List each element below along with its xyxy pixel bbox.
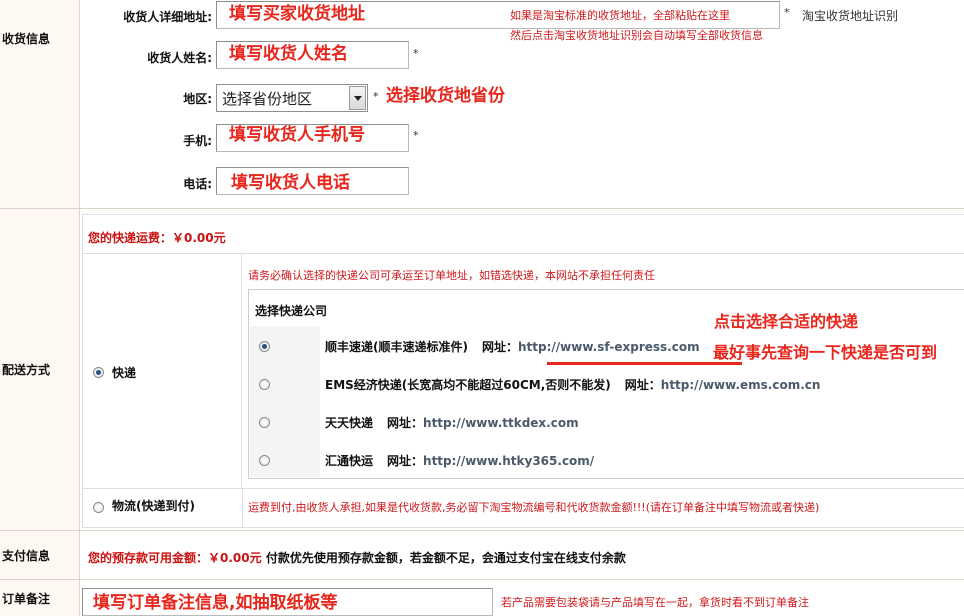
courier-name: EMS经济快递(长宽高均不能超过60CM,否则不能发) bbox=[325, 378, 611, 392]
courier-radio[interactable] bbox=[259, 417, 270, 428]
express-option-label: 快递 bbox=[112, 366, 137, 380]
courier-url-label: 网址： bbox=[387, 416, 424, 430]
payment-balance-note: 付款优先使用预存款金额，若金额不足，会通过支付宝在线支付余款 bbox=[265, 551, 626, 565]
taobao-paste-note-line2: 然后点击淘宝收货地址识别会自动填写全部收货信息 bbox=[510, 29, 763, 42]
divider-after-payment bbox=[0, 579, 964, 580]
recipient-name-annotation: 填写收货人姓名 bbox=[229, 44, 348, 64]
courier-option[interactable]: 汇通快运 网址：http://www.htky365.com/ bbox=[325, 452, 594, 469]
address-detail-annotation: 填写买家收货地址 bbox=[229, 4, 365, 24]
mobile-required-mark: * bbox=[413, 129, 419, 142]
order-note-annotation: 填写订单备注信息,如抽取纸板等 bbox=[93, 593, 338, 613]
courier-annotation-line1: 点击选择合适的快递 bbox=[714, 312, 859, 331]
courier-name: 汇通快运 bbox=[325, 454, 374, 468]
courier-table-title: 选择快递公司 bbox=[255, 304, 328, 318]
divider-after-delivery bbox=[0, 530, 964, 531]
courier-option[interactable]: 顺丰速递(顺丰速递标准件) 网址：http://www.sf-express.co… bbox=[325, 338, 700, 355]
section-delivery-text: 配送方式 bbox=[2, 363, 51, 377]
recipient-name-label: 收货人姓名: bbox=[147, 51, 212, 65]
delivery-fee-value: ￥0.00元 bbox=[172, 231, 226, 245]
logistics-option-label: 物流(快递到付) bbox=[112, 499, 195, 513]
logistics-radio[interactable] bbox=[93, 502, 104, 513]
divider-after-shipping bbox=[0, 208, 964, 209]
courier-url-link[interactable]: http://www.htky365.com/ bbox=[423, 454, 594, 468]
payment-balance-label: 您的预存款可用金额： bbox=[88, 551, 209, 565]
section-payment-text: 支付信息 bbox=[2, 548, 51, 563]
courier-confirm-note: 请务必确认选择的快递公司可承运至订单地址，如错选快递，本网站不承担任何责任 bbox=[248, 269, 655, 282]
section-order-note-text: 订单备注 bbox=[2, 591, 51, 606]
courier-url-link[interactable]: http://www.sf-express.com bbox=[518, 340, 700, 354]
taobao-recognize-link[interactable]: 淘宝收货地址识别 bbox=[802, 7, 898, 24]
region-required-mark: * bbox=[373, 90, 379, 103]
region-select-value: 选择省份地区 bbox=[222, 89, 313, 108]
courier-name: 天天快递 bbox=[325, 416, 374, 430]
delivery-fee-label: 您的快递运费： bbox=[88, 231, 173, 245]
section-label-shipping-info: 收货信息 bbox=[0, 0, 80, 76]
mobile-annotation: 填写收货人手机号 bbox=[229, 125, 365, 145]
order-note-side-note: 若产品需要包装袋请与产品填写在一起，拿货时看不到订单备注 bbox=[501, 596, 809, 609]
courier-annotation-line2: 最好事先查询一下快递是否可到 bbox=[713, 343, 938, 362]
section-label-order-note: 订单备注 bbox=[0, 580, 80, 616]
delivery-fee-text: 您的快递运费：￥0.00元 bbox=[88, 229, 226, 246]
section-shipping-info-text: 收货信息 bbox=[2, 31, 51, 46]
recipient-name-required-mark: * bbox=[413, 47, 419, 60]
courier-option[interactable]: EMS经济快递(长宽高均不能超过60CM,否则不能发) 网址：http://www… bbox=[325, 376, 820, 393]
region-select[interactable]: 选择省份地区 bbox=[216, 84, 368, 112]
address-detail-label: 收货人详细地址: bbox=[123, 10, 212, 24]
courier-url-label: 网址： bbox=[624, 378, 661, 392]
courier-radio[interactable] bbox=[259, 341, 270, 352]
section-label-payment: 支付信息 bbox=[0, 531, 80, 579]
sf-express-underline bbox=[547, 362, 742, 365]
courier-url-link[interactable]: http://www.ems.com.cn bbox=[661, 378, 821, 392]
logistics-option-divider bbox=[242, 488, 243, 528]
phone-label: 电话: bbox=[183, 177, 212, 191]
section-label-delivery: 配送方式 bbox=[0, 209, 80, 530]
chevron-down-icon[interactable] bbox=[349, 86, 366, 110]
courier-option[interactable]: 天天快递 网址：http://www.ttkdex.com bbox=[325, 414, 579, 431]
phone-annotation: 填写收货人电话 bbox=[231, 173, 350, 193]
payment-balance-text: 您的预存款可用金额：￥0.00元 付款优先使用预存款金额，若金额不足，会通过支付… bbox=[88, 549, 626, 566]
express-option-cell bbox=[82, 254, 242, 488]
address-detail-required-mark: * bbox=[784, 6, 790, 19]
payment-balance-value: ￥0.00元 bbox=[208, 551, 262, 565]
region-annotation: 选择收货地省份 bbox=[386, 86, 505, 106]
shipping-label-column-bg bbox=[0, 76, 80, 208]
courier-radio[interactable] bbox=[259, 379, 270, 390]
region-label: 地区: bbox=[183, 92, 212, 106]
courier-url-link[interactable]: http://www.ttkdex.com bbox=[423, 416, 579, 430]
courier-name: 顺丰速递(顺丰速递标准件) bbox=[325, 340, 468, 354]
mobile-label: 手机: bbox=[183, 134, 212, 148]
courier-radio[interactable] bbox=[259, 455, 270, 466]
logistics-note: 运费到付,由收货人承担,如果是代收货款,务必留下淘宝物流编号和代收货款金额!!!… bbox=[248, 501, 820, 514]
courier-url-label: 网址： bbox=[481, 340, 518, 354]
express-radio[interactable] bbox=[93, 367, 104, 378]
courier-url-label: 网址： bbox=[387, 454, 424, 468]
taobao-paste-note-line1: 如果是淘宝标准的收货地址，全部粘贴在这里 bbox=[510, 9, 730, 22]
